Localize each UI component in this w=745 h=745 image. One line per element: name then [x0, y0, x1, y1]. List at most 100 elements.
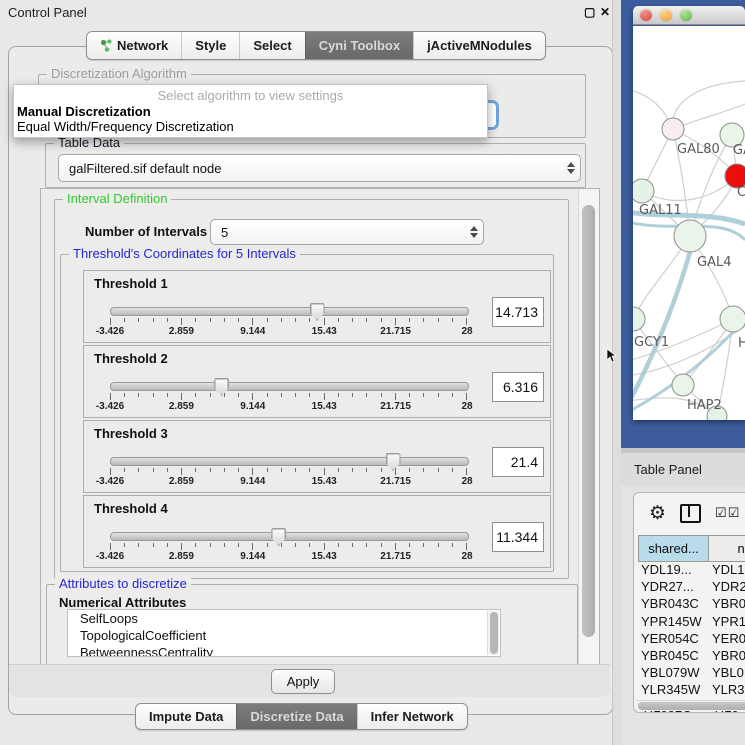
apply-button[interactable]: Apply: [271, 669, 335, 694]
close-icon[interactable]: ✕: [600, 5, 610, 19]
tab-discretize-data[interactable]: Discretize Data: [236, 704, 356, 729]
mouse-cursor: [606, 349, 618, 363]
network-node[interactable]: [633, 179, 654, 203]
cell-shared-name: YDL19...: [638, 562, 708, 579]
cell-name: YBL0: [708, 665, 745, 682]
slider-tick-labels: -3.4262.8599.14415.4321.71528: [110, 551, 467, 563]
cell-shared-name: YLR345W: [638, 682, 708, 699]
threshold-slider[interactable]: [110, 532, 469, 541]
group-title: Attributes to discretize: [55, 576, 191, 591]
gear-icon[interactable]: ⚙: [649, 504, 666, 523]
tab-impute-data[interactable]: Impute Data: [136, 704, 236, 729]
tab-label: Infer Network: [371, 709, 454, 724]
tab-label: Network: [117, 38, 168, 53]
thresholds-group: Threshold's Coordinates for 5 Intervals …: [60, 254, 554, 572]
network-node-label: GAL80: [677, 142, 720, 157]
tab-label: jActiveMNodules: [427, 38, 532, 53]
tab-network[interactable]: Network: [87, 32, 181, 59]
attribute-item[interactable]: BetweennessCentrality: [68, 644, 500, 657]
group-title: Interval Definition: [63, 191, 171, 206]
network-edge: [673, 81, 745, 129]
settings-scrollbar-thumb[interactable]: [582, 205, 595, 637]
network-node[interactable]: [720, 306, 745, 332]
threshold-value-field[interactable]: 14.713: [492, 297, 544, 327]
close-traffic-light-icon[interactable]: [640, 9, 652, 21]
threshold-label: Threshold 2: [94, 351, 168, 366]
algorithm-option[interactable]: Equal Width/Frequency Discretization: [17, 119, 234, 134]
table-row[interactable]: YER054CYER0: [638, 631, 745, 648]
node-table: ⚙ ☑☑ shared... na YDL19...YDL1YDR27...YD…: [633, 492, 745, 713]
table-row[interactable]: YDR27...YDR2: [638, 579, 745, 596]
table-toolbar: ⚙ ☑☑: [634, 493, 745, 533]
table-row[interactable]: YBR043CYBR0: [638, 596, 745, 613]
cell-name: YBR0: [708, 648, 745, 665]
tab-jactivemnodules[interactable]: jActiveMNodules: [413, 32, 545, 59]
threshold-row: Threshold 3-3.4262.8599.14415.4321.71528…: [83, 420, 551, 493]
network-node[interactable]: [662, 118, 684, 140]
table-row[interactable]: YBL079WYBL0: [638, 665, 745, 682]
algorithm-dropdown-popup: Select algorithm to view settings Manual…: [13, 84, 488, 138]
threshold-row: Threshold 4-3.4262.8599.14415.4321.71528…: [83, 495, 551, 568]
threshold-slider[interactable]: [110, 457, 469, 466]
table-data-combo[interactable]: galFiltered.sif default node: [58, 154, 581, 182]
table-hscrollbar-thumb[interactable]: [638, 702, 745, 710]
network-node-label: GCY1: [634, 335, 669, 350]
network-window-titlebar[interactable]: [633, 6, 745, 25]
settings-scrollpane: Interval Definition Number of Intervals …: [40, 188, 600, 670]
tab-cyni-toolbox[interactable]: Cyni Toolbox: [305, 32, 413, 59]
threshold-value-field[interactable]: 6.316: [492, 372, 544, 402]
threshold-slider[interactable]: [110, 382, 469, 391]
tab-infer-network[interactable]: Infer Network: [357, 704, 467, 729]
cell-shared-name: YER054C: [638, 631, 708, 648]
threshold-label: Threshold 3: [94, 426, 168, 441]
number-of-intervals-label: Number of Intervals: [85, 224, 207, 239]
network-node[interactable]: [672, 374, 694, 396]
tab-label: Cyni Toolbox: [319, 38, 400, 53]
tab-select[interactable]: Select: [239, 32, 304, 59]
table-hscrollbar[interactable]: [636, 700, 745, 711]
threshold-value-field[interactable]: 11.344: [492, 522, 544, 552]
settings-scrollbar[interactable]: [578, 189, 599, 669]
network-node[interactable]: [633, 307, 645, 331]
table-row[interactable]: YBR045CYBR0: [638, 648, 745, 665]
attribute-item[interactable]: SelfLoops: [68, 610, 500, 627]
cell-name: YLR3: [708, 682, 745, 699]
control-panel-titlebar: Control Panel ▢ ✕: [0, 0, 620, 24]
intervals-value: 5: [211, 225, 465, 240]
cell-name: YER0: [708, 631, 745, 648]
table-grid: shared... na YDL19...YDL1YDR27...YDR2YBR…: [638, 535, 745, 713]
threshold-label: Threshold 1: [94, 276, 168, 291]
threshold-value-field[interactable]: 21.4: [492, 447, 544, 477]
number-of-intervals-combo[interactable]: 5: [210, 219, 484, 245]
slider-tick-labels: -3.4262.8599.14415.4321.71528: [110, 401, 467, 413]
table-row[interactable]: YPR145WYPR1: [638, 614, 745, 631]
table-row[interactable]: YDL19...YDL1: [638, 562, 745, 579]
column-header-name[interactable]: na: [709, 536, 745, 561]
threshold-slider[interactable]: [110, 307, 469, 316]
cell-shared-name: YBR043C: [638, 596, 708, 613]
split-columns-icon[interactable]: [680, 504, 701, 523]
table-row[interactable]: YLR345WYLR3: [638, 682, 745, 699]
zoom-traffic-light-icon[interactable]: [680, 9, 692, 21]
table-panel-body: ⚙ ☑☑ shared... na YDL19...YDL1YDR27...YD…: [621, 486, 745, 745]
table-rows: YDL19...YDL1YDR27...YDR2YBR043CYBR0YPR14…: [638, 562, 745, 713]
cell-shared-name: YBR045C: [638, 648, 708, 665]
attributes-scrollbar-thumb[interactable]: [490, 612, 498, 654]
numerical-attributes-list[interactable]: SelfLoopsTopologicalCoefficientBetweenne…: [67, 609, 501, 657]
column-header-shared-name[interactable]: shared...: [639, 536, 709, 561]
group-title: Discretization Algorithm: [47, 66, 191, 81]
tab-style[interactable]: Style: [181, 32, 239, 59]
network-canvas[interactable]: GAL80GAGAL11CGAL4GCY1HHAP2: [633, 26, 745, 420]
network-node-label: HAP2: [687, 398, 722, 413]
network-node[interactable]: [674, 220, 706, 252]
attribute-item[interactable]: TopologicalCoefficient: [68, 627, 500, 644]
interval-definition-group: Interval Definition Number of Intervals …: [54, 199, 569, 579]
float-window-icon[interactable]: ▢: [584, 5, 595, 19]
minimize-traffic-light-icon[interactable]: [660, 9, 672, 21]
panel-title: Control Panel: [8, 5, 87, 20]
algorithm-option[interactable]: Manual Discretization: [17, 104, 151, 119]
cell-name: YPR1: [708, 614, 745, 631]
attributes-scrollbar[interactable]: [487, 611, 499, 655]
group-title: Threshold's Coordinates for 5 Intervals: [69, 246, 300, 261]
select-columns-icons[interactable]: ☑☑: [715, 505, 740, 521]
